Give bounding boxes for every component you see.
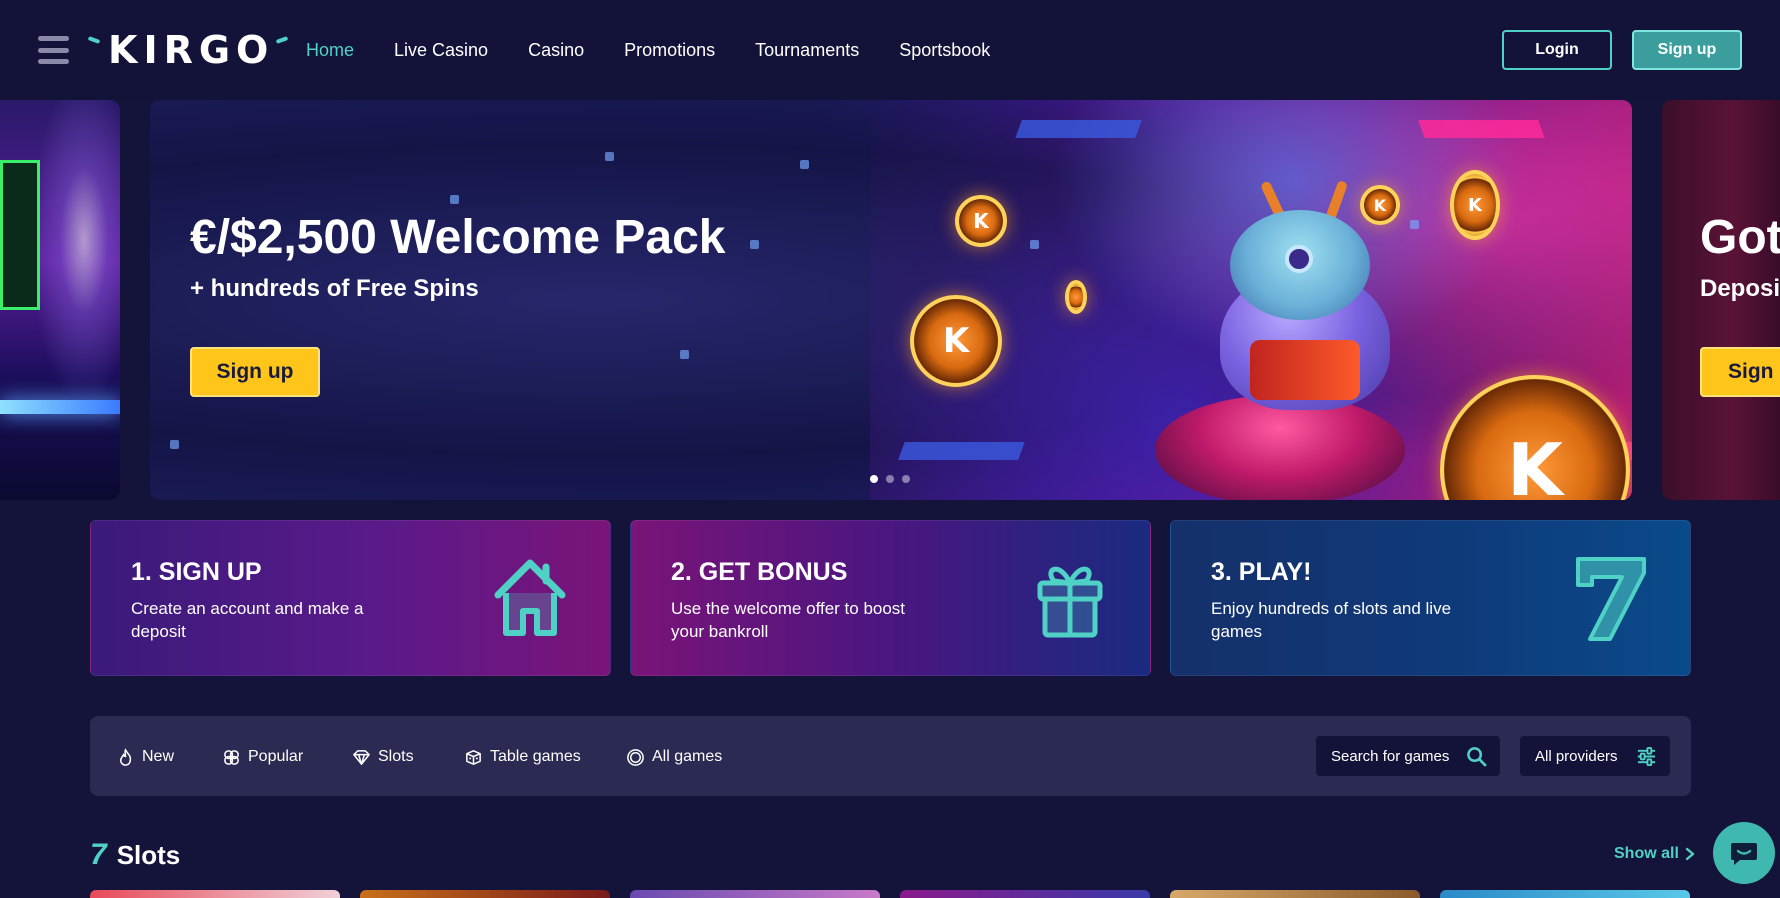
game-tile[interactable] [1170,890,1420,898]
chip-coin-icon: K [955,195,1007,247]
nav-promotions[interactable]: Promotions [624,37,715,63]
search-games-input[interactable]: Search for games [1316,736,1500,776]
providers-label: All providers [1535,747,1618,765]
hero-title: €/$2,500 Welcome Pack [190,211,726,264]
filter-label: All games [652,748,723,765]
search-placeholder: Search for games [1331,747,1450,765]
step-card-bonus[interactable]: 2. GET BONUS Use the welcome offer to bo… [630,520,1151,676]
filter-table-games[interactable]: Table games [464,745,581,769]
gift-icon [1037,566,1103,638]
filter-label: Table games [490,748,581,765]
step-card-play[interactable]: 3. PLAY! Enjoy hundreds of slots and liv… [1170,520,1691,676]
previous-slide-peek[interactable] [0,100,120,500]
chip-coin-icon: K [1450,170,1500,240]
nav-tournaments[interactable]: Tournaments [755,37,859,63]
diamond-icon [353,749,370,765]
step-card-signup[interactable]: 1. SIGN UP Create an account and make a … [90,520,611,676]
chat-icon [1731,843,1757,865]
nav-casino[interactable]: Casino [528,37,584,63]
filter-label: New [142,748,175,765]
game-tile[interactable] [90,890,340,898]
step-description: Enjoy hundreds of slots and live games [1211,599,1452,641]
kirgo-logo[interactable]: KIRGO [87,28,289,72]
hero-signup-button[interactable]: Sign up [190,347,320,397]
search-icon [1467,747,1487,767]
next-slide-subtitle: Deposi [1700,275,1780,302]
clover-icon [224,749,239,765]
logo-text: KIRGO [108,28,275,72]
step-description: Create an account and make a deposit [131,599,364,641]
live-chat-button[interactable] [1713,822,1775,884]
step-title: 2. GET BONUS [671,558,848,586]
slots-section-header: 7 Slots [90,838,180,872]
site-header: KIRGO Home Live Casino Casino Promotions… [0,0,1780,100]
dragon-mascot-art [1190,179,1410,430]
chip-coin-icon [1065,280,1087,314]
step-title: 3. PLAY! [1211,558,1312,586]
show-all-link[interactable]: Show all [1614,845,1695,863]
step-title: 1. SIGN UP [131,558,262,586]
nav-sportsbook[interactable]: Sportsbook [899,37,990,63]
house-icon [494,559,566,636]
seven-icon [1576,557,1646,641]
hero-banner: K K K K K €/$2,500 Welcome Pack + hundre… [150,100,1632,500]
hero-subtitle: + hundreds of Free Spins [190,275,479,302]
next-slide-title: Got [1700,211,1780,264]
dice-icon [466,749,481,765]
game-tile[interactable] [1440,890,1690,898]
carousel-dots [870,475,910,483]
slots-title: Slots [116,839,181,870]
main-nav: Home Live Casino Casino Promotions Tourn… [306,37,1030,63]
filter-all-games[interactable]: All games [626,745,722,769]
nav-home[interactable]: Home [306,37,354,63]
carousel-dot[interactable] [886,475,894,483]
flame-icon [119,747,132,766]
filter-label: Popular [248,748,304,765]
next-slide-button[interactable]: Sign [1700,347,1780,397]
filter-new[interactable]: New [116,745,174,769]
chip-coin-icon: K [910,295,1002,387]
login-button[interactable]: Login [1502,30,1612,70]
chip-coin-icon: K [1360,185,1400,225]
show-all-label: Show all [1614,845,1679,862]
game-filter-bar: New Popular Slots Table games All games … [90,716,1691,796]
rings-icon [627,748,644,766]
game-tile[interactable] [630,890,880,898]
menu-icon[interactable] [38,36,69,64]
sliders-icon [1637,746,1656,767]
filter-label: Slots [378,748,414,765]
nav-live-casino[interactable]: Live Casino [394,37,488,63]
filter-popular[interactable]: Popular [222,745,303,769]
game-tile[interactable] [900,890,1150,898]
step-description: Use the welcome offer to boost your bank… [671,599,906,641]
next-slide-peek[interactable]: Got Deposi Sign [1662,100,1780,500]
signup-button[interactable]: Sign up [1632,30,1742,70]
filter-slots[interactable]: Slots [352,745,414,769]
carousel-dot[interactable] [902,475,910,483]
providers-dropdown[interactable]: All providers [1520,736,1670,776]
chevron-right-icon [1685,847,1695,861]
carousel-dot[interactable] [870,475,878,483]
seven-icon: 7 [90,838,107,871]
game-tile[interactable] [360,890,610,898]
